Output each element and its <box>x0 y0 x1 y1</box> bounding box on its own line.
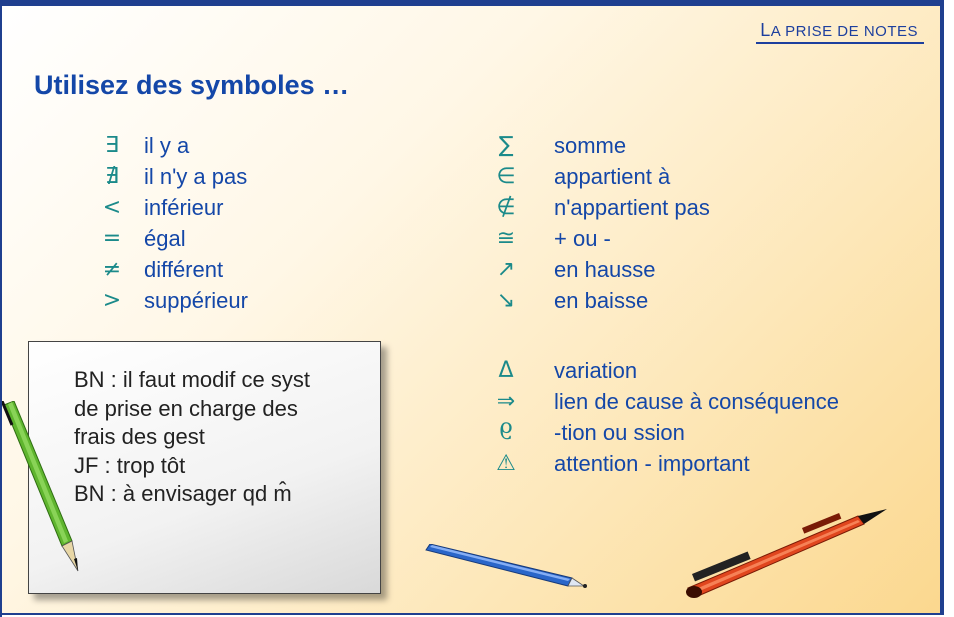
exists-icon: ∃ <box>105 133 119 158</box>
note-line: BN : à envisager qd m̂ <box>74 481 292 506</box>
list-item-label: appartient à <box>554 164 671 189</box>
note-line: BN : il faut modif ce syst <box>74 367 310 392</box>
blue-pen-icon <box>425 544 587 588</box>
list-item-label: il n'y a pas <box>144 164 248 189</box>
not-element-of-icon: ∉ <box>496 195 516 220</box>
slide: LA PRISE DE NOTES Utilisez des symboles … <box>2 0 944 615</box>
warning-triangle-icon: ⚠ <box>496 451 516 476</box>
green-pencil-icon <box>2 401 79 572</box>
list-item-label: -tion ou ssion <box>554 420 685 445</box>
delta-icon: Δ <box>498 358 514 383</box>
not-equal-icon: ≠ <box>102 257 122 282</box>
section-header: LA PRISE DE NOTES <box>756 20 924 44</box>
list-item-label: égal <box>144 226 186 251</box>
arrow-up-right-icon: ↗ <box>496 257 516 282</box>
implies-arrow-icon: ⇒ <box>496 389 516 414</box>
tion-abbrev-icon: 9 <box>499 420 513 445</box>
list-item-label: variation <box>554 358 638 383</box>
red-pen-icon <box>686 509 887 598</box>
list-item-label: somme <box>554 133 627 158</box>
list-item-label: attention - important <box>554 451 750 476</box>
approx-equal-icon: ≅ <box>496 226 516 251</box>
list-item-label: il y a <box>144 133 190 158</box>
arrow-down-right-icon: ↘ <box>496 288 516 313</box>
list-item-label: en baisse <box>554 288 649 313</box>
less-than-icon: < <box>102 195 122 220</box>
list-item-label: inférieur <box>144 195 224 220</box>
list-item-label: lien de cause à conséquence <box>554 389 839 414</box>
note-line: JF : trop tôt <box>74 452 186 478</box>
list-item-label: n'appartient pas <box>554 195 710 220</box>
header-first-letter: L <box>760 20 771 40</box>
note-line: de prise en charge des <box>74 395 298 421</box>
greater-than-icon: > <box>102 288 122 313</box>
note-line: frais des gest <box>74 424 205 449</box>
sum-icon: ∑ <box>498 133 514 158</box>
page-title: Utilisez des symboles … <box>34 70 350 100</box>
header-rest: A PRISE DE NOTES <box>770 23 918 40</box>
list-item-label: différent <box>144 257 224 282</box>
not-exists-icon: ∄ <box>105 164 119 189</box>
list-item-label: suppérieur <box>144 288 248 313</box>
equals-icon: = <box>102 226 122 251</box>
list-item-label: en hausse <box>554 257 656 282</box>
element-of-icon: ∈ <box>496 164 516 189</box>
list-item-label: + ou - <box>554 226 611 251</box>
